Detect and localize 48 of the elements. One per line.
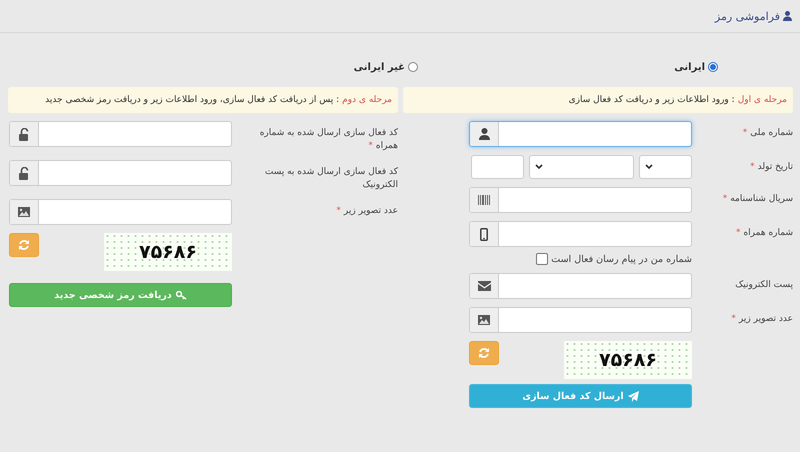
image-icon [18,207,30,218]
field-label: تاریخ تولد * [749,161,793,174]
envelope-icon [478,281,490,291]
unlocked-padlock-icon [18,128,30,140]
key-icon [176,290,187,300]
refresh-button[interactable] [9,233,39,258]
month-dropdown[interactable] [529,155,634,179]
refresh-button[interactable] [469,341,499,365]
field-label: عدد تصویر زیر * [730,313,793,326]
unlocked-padlock-icon [18,166,30,180]
text-field[interactable] [469,121,692,147]
image-icon [478,315,490,325]
mobile-phone-icon [480,228,488,240]
refresh-icon [18,239,30,252]
page-title: فراموشی رمز [714,10,792,22]
text-field[interactable] [9,199,232,226]
chevron-down-icon [645,164,653,170]
text-field[interactable] [469,273,692,299]
radio-button[interactable] [708,62,718,72]
radio-option[interactable]: ایرانی [674,55,718,79]
chevron-down-icon [535,164,543,170]
field-label: شماره همراه * [734,227,793,240]
field-label: کد فعال سازی ارسال شده به پست الکترونیک [264,166,398,192]
text-field[interactable] [9,121,232,147]
refresh-icon [478,347,490,359]
checkbox-label: شماره من در پیام رسان فعال است [551,254,692,264]
captcha-image: ۷۵۶۸۶ [564,341,692,379]
step-notice: مرحله ی اول : ورود اطلاعات زیر و دریافت کد فعال سازی [403,87,793,113]
radio-option[interactable]: غیر ایرانی [354,55,418,79]
text-field[interactable] [469,307,692,333]
step-notice: مرحله ی دوم : پس از دریافت کد فعال سازی، ورود اطلاعات زیر و دریافت رمز شخصی جدید [8,87,398,113]
field-label: کد فعال سازی ارسال شده به شماره همراه * [258,127,398,152]
user-icon [478,128,490,140]
text-field[interactable] [469,187,692,213]
field-label: شماره ملی * [742,127,793,140]
day-dropdown[interactable] [639,155,692,179]
field-label: عدد تصویر زیر * [335,205,398,218]
user-icon [783,11,792,21]
paper-plane-icon [628,390,639,402]
checkbox[interactable] [536,253,548,265]
barcode-icon [478,195,490,205]
captcha-image: ۷۵۶۸۶ [104,233,232,272]
field-label: پست الکترونیک [734,279,793,292]
field-label: سریال شناسنامه * [722,193,793,206]
text-field[interactable] [9,160,232,186]
radio-button[interactable] [408,62,418,72]
text-field[interactable] [469,221,692,247]
year-field[interactable] [471,155,524,179]
